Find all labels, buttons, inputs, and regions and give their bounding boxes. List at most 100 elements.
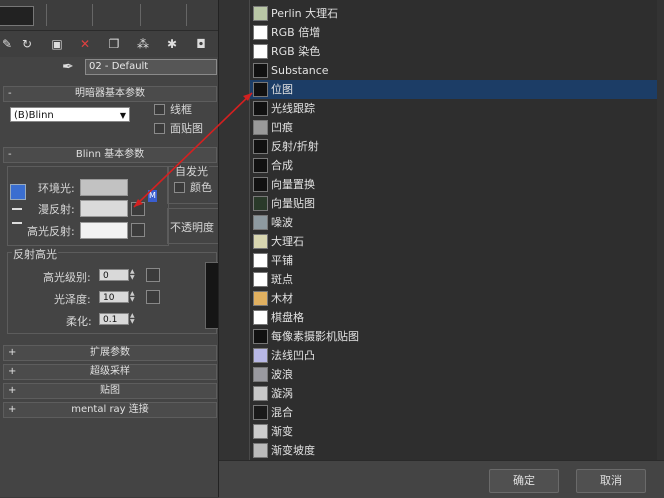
extended-params-rollout[interactable]: + 扩展参数 bbox=[3, 345, 217, 361]
marble-icon bbox=[253, 234, 268, 249]
list-item[interactable]: 渐变坡度 bbox=[250, 441, 657, 460]
list-item[interactable]: 斑点 bbox=[250, 270, 657, 289]
wood-icon bbox=[253, 291, 268, 306]
raytrace-icon bbox=[253, 101, 268, 116]
material-toolbar: ✎ ↻ ▣ ✕ ❐ ⁂ ✱ ◘ bbox=[0, 31, 218, 57]
list-item[interactable]: 凹痕 bbox=[250, 118, 657, 137]
show-map-icon[interactable]: ◘ bbox=[192, 35, 210, 53]
list-item[interactable]: 位图 bbox=[250, 80, 657, 99]
get-material-icon[interactable]: ✎ bbox=[0, 35, 16, 53]
delete-icon[interactable]: ✕ bbox=[76, 35, 94, 53]
swirl-icon bbox=[253, 386, 268, 401]
composite-icon bbox=[253, 158, 268, 173]
list-item-label: 凹痕 bbox=[271, 121, 293, 134]
list-item[interactable]: 光线跟踪 bbox=[250, 99, 657, 118]
material-id-icon[interactable]: ✱ bbox=[163, 35, 181, 53]
maps-rollout[interactable]: + 贴图 bbox=[3, 383, 217, 399]
glossiness-spinner[interactable]: 10 bbox=[99, 291, 129, 303]
ok-button[interactable]: 确定 bbox=[489, 469, 559, 493]
material-name-field[interactable]: 02 - Default bbox=[85, 59, 217, 75]
eyedropper-icon[interactable]: ✒ bbox=[62, 59, 74, 75]
cancel-button[interactable]: 取消 bbox=[576, 469, 646, 493]
camera-map-icon bbox=[253, 329, 268, 344]
list-item[interactable]: 法线凹凸 bbox=[250, 346, 657, 365]
specular-level-label: 高光级别: bbox=[43, 271, 91, 284]
glossiness-map-button[interactable] bbox=[146, 290, 160, 304]
list-item-label: 漩涡 bbox=[271, 387, 293, 400]
specular-highlights-title: 反射高光 bbox=[12, 246, 58, 262]
rollout-title: 明暗器基本参数 bbox=[75, 88, 145, 99]
dialog-button-bar: 确定 取消 bbox=[219, 460, 664, 498]
shader-type-value: (B)Blinn bbox=[14, 110, 54, 121]
list-item-label: 混合 bbox=[271, 406, 293, 419]
list-item[interactable]: 渐变 bbox=[250, 422, 657, 441]
list-item[interactable]: 波浪 bbox=[250, 365, 657, 384]
list-item[interactable]: 向量贴图 bbox=[250, 194, 657, 213]
tree-gutter bbox=[219, 0, 249, 460]
list-item[interactable]: 大理石 bbox=[250, 232, 657, 251]
substance-icon bbox=[253, 63, 268, 78]
self-illum-color-label: 颜色 bbox=[190, 181, 212, 194]
divider bbox=[186, 4, 187, 26]
list-item[interactable]: 木材 bbox=[250, 289, 657, 308]
self-illum-color-checkbox[interactable] bbox=[174, 182, 185, 193]
assign-icon[interactable]: ▣ bbox=[48, 35, 66, 53]
bitmap-icon bbox=[253, 82, 268, 97]
face-map-label: 面贴图 bbox=[170, 122, 203, 135]
list-item[interactable]: 平铺 bbox=[250, 251, 657, 270]
list-item-label: 光线跟踪 bbox=[271, 102, 315, 115]
copy-icon[interactable]: ❐ bbox=[105, 35, 123, 53]
shader-basic-params-rollout[interactable]: - 明暗器基本参数 bbox=[3, 86, 217, 102]
list-item-label: 渐变 bbox=[271, 425, 293, 438]
mental-ray-rollout[interactable]: + mental ray 连接 bbox=[3, 402, 217, 418]
spinner-arrows-icon[interactable]: ▲ ▼ bbox=[130, 291, 136, 303]
list-item[interactable]: 噪波 bbox=[250, 213, 657, 232]
reflect-refract-icon bbox=[253, 139, 268, 154]
list-item-label: 波浪 bbox=[271, 368, 293, 381]
face-map-checkbox[interactable] bbox=[154, 123, 165, 134]
list-item[interactable]: 合成 bbox=[250, 156, 657, 175]
soften-spinner[interactable]: 0.1 bbox=[99, 313, 129, 325]
opacity-label: 不透明度 bbox=[170, 221, 214, 234]
spinner-arrows-icon[interactable]: ▲ ▼ bbox=[130, 269, 136, 281]
soften-label: 柔化: bbox=[66, 315, 92, 328]
list-item[interactable]: RGB 染色 bbox=[250, 42, 657, 61]
make-unique-icon[interactable]: ⁂ bbox=[134, 35, 152, 53]
list-item[interactable]: Perlin 大理石 bbox=[250, 4, 657, 23]
list-item[interactable]: 反射/折射 bbox=[250, 137, 657, 156]
map-type-list[interactable]: Perlin 大理石 RGB 倍增 RGB 染色 Substance 位图光线跟踪凹痕反… bbox=[249, 0, 657, 460]
map-badge[interactable]: M bbox=[148, 190, 157, 202]
specular-level-map-button[interactable] bbox=[146, 268, 160, 282]
diffuse-map-button[interactable] bbox=[131, 202, 145, 216]
wire-checkbox[interactable] bbox=[154, 104, 165, 115]
blinn-basic-params-rollout[interactable]: - Blinn 基本参数 bbox=[3, 147, 217, 163]
list-item[interactable]: 每像素摄影机贴图 bbox=[250, 327, 657, 346]
specular-color-swatch[interactable] bbox=[80, 222, 128, 239]
rollout-title: 贴图 bbox=[100, 385, 120, 396]
specular-map-button[interactable] bbox=[131, 223, 145, 237]
list-item-label: RGB 倍增 bbox=[271, 26, 321, 39]
sample-slot[interactable] bbox=[0, 6, 34, 26]
list-item[interactable]: 漩涡 bbox=[250, 384, 657, 403]
lock-icon[interactable] bbox=[10, 184, 26, 200]
put-material-icon[interactable]: ↻ bbox=[18, 35, 36, 53]
list-item-label: RGB 染色 bbox=[271, 45, 321, 58]
divider bbox=[92, 4, 93, 26]
supersampling-rollout[interactable]: + 超级采样 bbox=[3, 364, 217, 380]
list-item[interactable]: 向量置换 bbox=[250, 175, 657, 194]
specular-level-spinner[interactable]: 0 bbox=[99, 269, 129, 281]
list-item[interactable]: 棋盘格 bbox=[250, 308, 657, 327]
list-item-label: 反射/折射 bbox=[271, 140, 319, 153]
list-item-label: 大理石 bbox=[271, 235, 304, 248]
list-item[interactable]: Substance bbox=[250, 61, 657, 80]
speckle-icon bbox=[253, 272, 268, 287]
shader-type-dropdown[interactable]: (B)Blinn ▼ bbox=[10, 107, 130, 122]
highlight-curve-preview bbox=[205, 262, 218, 329]
list-item-label: 木材 bbox=[271, 292, 293, 305]
diffuse-color-swatch[interactable] bbox=[80, 200, 128, 217]
list-item[interactable]: 混合 bbox=[250, 403, 657, 422]
list-item[interactable]: RGB 倍增 bbox=[250, 23, 657, 42]
ambient-color-swatch[interactable] bbox=[80, 179, 128, 196]
list-item-label: 法线凹凸 bbox=[271, 349, 315, 362]
spinner-arrows-icon[interactable]: ▲ ▼ bbox=[130, 313, 136, 325]
